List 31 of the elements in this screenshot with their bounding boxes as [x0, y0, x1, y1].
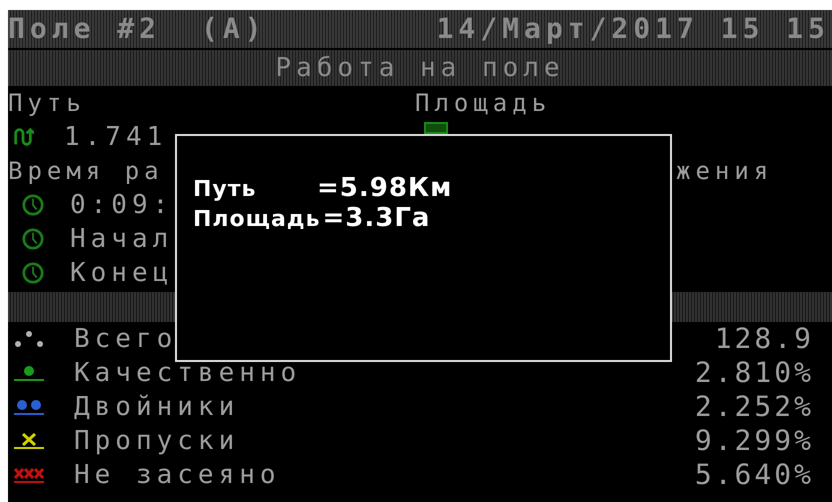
- stat-label: Пропуски: [74, 428, 240, 454]
- stat-label: Качественно: [74, 360, 302, 386]
- time-value: Начал: [70, 226, 174, 252]
- time-label: Время ра: [8, 159, 164, 183]
- clock-icon: [22, 262, 44, 284]
- time-value: Конец: [70, 260, 174, 286]
- clock-icon: [22, 194, 44, 216]
- stat-value: 2.252%: [694, 393, 814, 421]
- route-icon: [12, 126, 34, 148]
- stat-value: 128.9: [714, 325, 814, 353]
- field-number: Поле #2: [8, 15, 162, 43]
- stat-value: 2.810%: [694, 359, 814, 387]
- stat-label: Всего: [74, 326, 178, 352]
- stat-value: 5.640%: [694, 461, 814, 489]
- screen-title: Работа на поле: [275, 55, 565, 81]
- stat-label: Не засеяно: [74, 462, 281, 488]
- result-label: Путь: [193, 176, 258, 204]
- path-label: Путь: [8, 91, 86, 115]
- result-value: =3.3Га: [322, 204, 430, 232]
- speed-label: жения: [676, 159, 774, 183]
- result-value: =5.98Км: [317, 174, 452, 202]
- path-value: 1.741: [64, 124, 168, 150]
- stat-label: Двойники: [74, 394, 240, 420]
- time-value: 0:09:: [70, 192, 174, 218]
- clock-icon: [22, 228, 44, 250]
- stat-value: 9.299%: [694, 427, 814, 455]
- date-time: 14/Март/2017 15 15: [436, 15, 830, 43]
- mode-label: (A): [201, 15, 267, 43]
- area-label: Площадь: [415, 91, 552, 115]
- field-icon: [424, 122, 448, 134]
- result-label: Площадь: [193, 206, 320, 234]
